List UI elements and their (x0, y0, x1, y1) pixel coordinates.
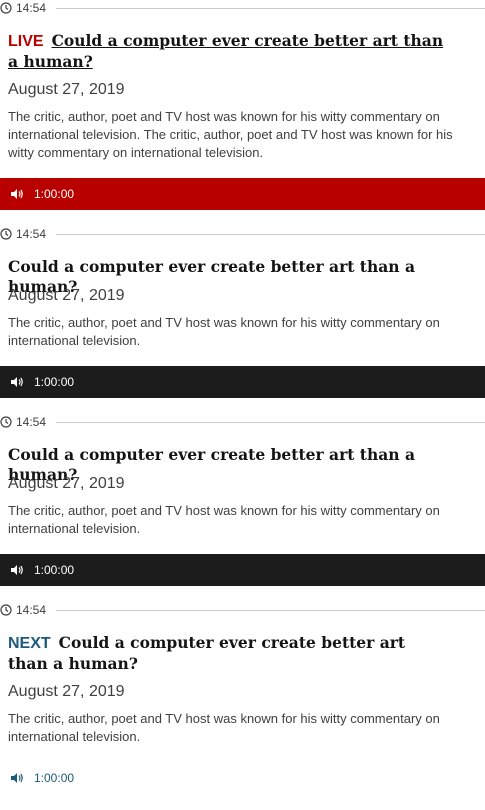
timestamp-row: 14:54 (0, 602, 485, 618)
duration-label: 1:00:00 (34, 375, 75, 389)
speaker-icon (11, 377, 23, 387)
audio-player[interactable]: 1:00:00 (0, 762, 485, 794)
audio-player[interactable]: 1:00:00 (0, 178, 485, 210)
divider (56, 610, 485, 611)
timestamp: 14:54 (16, 1, 47, 15)
divider (56, 234, 485, 235)
episode-summary: The critic, author, poet and TV host was… (8, 315, 440, 348)
episode-summary: The critic, author, poet and TV host was… (8, 109, 453, 160)
headline-link[interactable]: Could a computer ever create better art … (8, 633, 405, 673)
timestamp-row: 14:54 (0, 226, 485, 242)
headline-link[interactable]: Could a computer ever create better art … (8, 31, 443, 71)
speaker-icon (11, 773, 23, 783)
divider (56, 8, 485, 9)
divider (56, 422, 485, 423)
audio-player[interactable]: 1:00:00 (0, 366, 485, 398)
episode-summary: The critic, author, poet and TV host was… (8, 503, 440, 536)
timestamp: 14:54 (16, 603, 47, 617)
episode-headline[interactable]: LIVE Could a computer ever create better … (8, 31, 448, 72)
duration-label: 1:00:00 (34, 187, 75, 201)
duration-label: 1:00:00 (34, 563, 75, 577)
clock-icon (0, 604, 12, 616)
duration-label: 1:00:00 (34, 771, 75, 785)
clock-icon (0, 228, 12, 240)
clock-icon (0, 416, 12, 428)
episode-date: August 27, 2019 (8, 475, 125, 492)
episode-headline[interactable]: NEXT Could a computer ever create better … (8, 633, 448, 674)
episode-date: August 27, 2019 (8, 683, 125, 700)
timestamp-row: 14:54 (0, 0, 485, 16)
speaker-icon (11, 565, 23, 575)
live-badge: LIVE (8, 33, 44, 50)
speaker-icon (11, 189, 23, 199)
episode-date: August 27, 2019 (8, 81, 125, 98)
clock-icon (0, 2, 12, 14)
timestamp-row: 14:54 (0, 414, 485, 430)
timestamp: 14:54 (16, 415, 47, 429)
episode-summary: The critic, author, poet and TV host was… (8, 711, 440, 744)
audio-player[interactable]: 1:00:00 (0, 554, 485, 586)
timestamp: 14:54 (16, 227, 47, 241)
episode-date: August 27, 2019 (8, 287, 125, 304)
next-badge: NEXT (8, 635, 51, 652)
